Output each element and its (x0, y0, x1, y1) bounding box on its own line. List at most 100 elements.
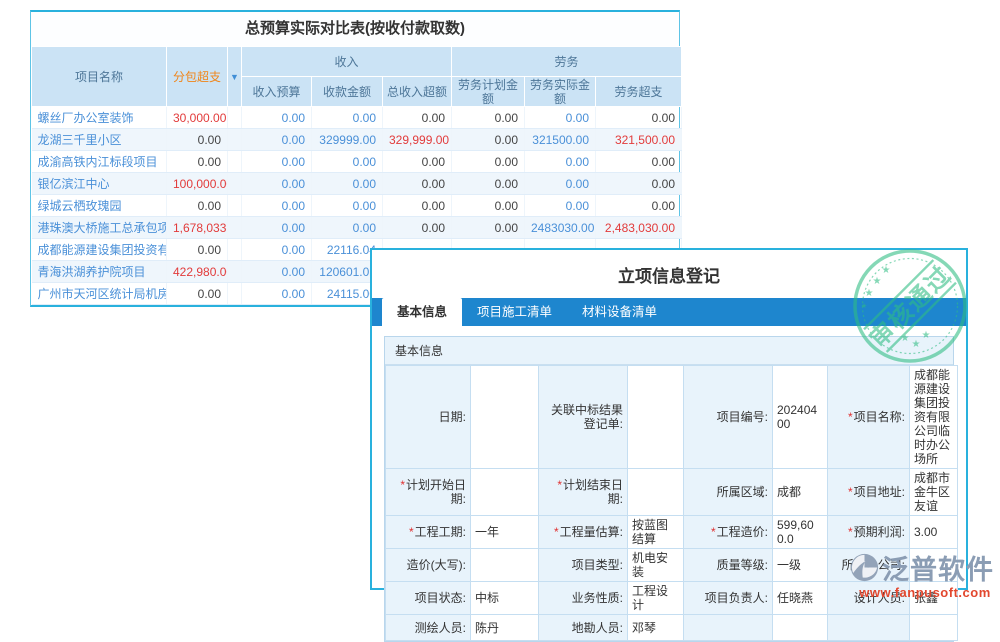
amount-cell: 0.00 (242, 151, 312, 173)
col-header-income-budget: 收入预算 (242, 77, 312, 107)
col-group-labor: 劳务 (452, 47, 682, 77)
project-name-link[interactable]: 广州市天河区统计局机房改造 (32, 283, 167, 305)
field-label: 所属区域: (684, 469, 773, 516)
col-header-labor-overspend: 劳务超支 (596, 77, 682, 107)
field-value[interactable] (471, 366, 539, 469)
fanpu-logo-icon (850, 553, 879, 582)
amount-cell: 0.00 (383, 151, 452, 173)
amount-cell: 0.00 (525, 195, 596, 217)
field-value[interactable]: 机电安装 (628, 549, 684, 582)
field-value[interactable]: 成都 (773, 469, 828, 516)
amount-cell: 1,678,033.00 (167, 217, 228, 239)
field-value[interactable] (471, 469, 539, 516)
field-value[interactable] (910, 615, 958, 641)
field-label: 关联中标结果登记单: (539, 366, 628, 469)
col-header-labor-actual: 劳务实际金额 (525, 77, 596, 107)
field-value[interactable]: 任晓燕 (773, 582, 828, 615)
amount-cell: 0.00 (167, 239, 228, 261)
project-name-link[interactable]: 螺丝厂办公室装饰 (32, 107, 167, 129)
col-header-subcontract-overspend[interactable]: 分包超支 (167, 47, 228, 107)
amount-cell: 0.00 (596, 195, 682, 217)
project-name-link[interactable]: 成渝高铁内江标段项目 (32, 151, 167, 173)
amount-cell: 0.00 (242, 129, 312, 151)
amount-cell: 422,980.00 (167, 261, 228, 283)
form-tab-bar: 基本信息 项目施工清单 材料设备清单 (372, 298, 966, 326)
fanpu-logo-url: www.fanpusoft.com (850, 585, 1000, 600)
field-label: 造价(大写): (386, 549, 471, 582)
project-name-link[interactable]: 青海洪湖养护院项目 (32, 261, 167, 283)
spacer-cell (228, 283, 242, 305)
spacer-cell (228, 261, 242, 283)
field-label (684, 615, 773, 641)
project-name-link[interactable]: 港珠澳大桥施工总承包项目 (32, 217, 167, 239)
field-value[interactable]: 按蓝图结算 (628, 516, 684, 549)
field-label: 测绘人员: (386, 615, 471, 641)
spacer-cell (228, 107, 242, 129)
amount-cell: 0.00 (596, 151, 682, 173)
field-label: *项目地址: (828, 469, 910, 516)
field-value[interactable]: 陈丹 (471, 615, 539, 641)
field-value[interactable]: 成都市金牛区友谊 (910, 469, 958, 516)
project-name-link[interactable]: 龙湖三千里小区 (32, 129, 167, 151)
fanpu-logo: 泛普软件 www.fanpusoft.com (850, 548, 1000, 600)
field-value[interactable]: 3.00 (910, 516, 958, 549)
field-value[interactable] (773, 615, 828, 641)
project-registration-window: 立项信息登记 基本信息 项目施工清单 材料设备清单 基本信息 日期: 关联中标结果… (370, 248, 968, 590)
amount-cell: 0.00 (383, 107, 452, 129)
field-label: 项目类型: (539, 549, 628, 582)
section-title-basic-info: 基本信息 (385, 337, 953, 365)
budget-table-title: 总预算实际对比表(按收付款取数) (31, 12, 679, 46)
tab-construction-list[interactable]: 项目施工清单 (462, 298, 567, 326)
field-value[interactable] (471, 549, 539, 582)
required-asterisk: * (557, 478, 562, 492)
form-window-title: 立项信息登记 (372, 250, 966, 298)
field-value[interactable]: 一级 (773, 549, 828, 582)
form-row: *工程工期:一年*工程量估算:按蓝图结算*工程造价:599,600.0*预期利润… (386, 516, 958, 549)
amount-cell: 0.00 (242, 107, 312, 129)
field-value[interactable]: 成都能源建设集团投资有限公司临时办公场所 (910, 366, 958, 469)
amount-cell: 0.00 (167, 151, 228, 173)
field-value[interactable]: 工程设计 (628, 582, 684, 615)
amount-cell: 0.00 (242, 195, 312, 217)
amount-cell: 2,483,030.00 (596, 217, 682, 239)
table-row: 港珠澳大桥施工总承包项目1,678,033.000.000.000.000.00… (32, 217, 682, 239)
field-value[interactable]: 599,600.0 (773, 516, 828, 549)
amount-cell: 0.00 (312, 107, 383, 129)
tab-material-equipment-list[interactable]: 材料设备清单 (567, 298, 672, 326)
amount-cell: 0.00 (312, 173, 383, 195)
amount-cell: 0.00 (312, 217, 383, 239)
spacer-cell (228, 239, 242, 261)
amount-cell: 0.00 (525, 107, 596, 129)
field-label: *预期利润: (828, 516, 910, 549)
project-name-link[interactable]: 成都能源建设集团投资有限公司 (32, 239, 167, 261)
amount-cell: 0.00 (242, 217, 312, 239)
field-value[interactable]: 20240400 (773, 366, 828, 469)
field-value[interactable] (628, 469, 684, 516)
amount-cell: 100,000.00 (167, 173, 228, 195)
tab-basic-info[interactable]: 基本信息 (382, 298, 462, 326)
field-value[interactable] (628, 366, 684, 469)
field-value[interactable]: 邓琴 (628, 615, 684, 641)
sort-arrow-icon[interactable]: ▼ (228, 47, 242, 107)
project-name-link[interactable]: 绿城云栖玫瑰园 (32, 195, 167, 217)
project-name-link[interactable]: 银亿滨江中心 (32, 173, 167, 195)
spacer-cell (228, 151, 242, 173)
form-row: *计划开始日期:*计划结束日期:所属区域:成都*项目地址:成都市金牛区友谊 (386, 469, 958, 516)
amount-cell: 329,999.00 (383, 129, 452, 151)
amount-cell: 0.00 (452, 173, 525, 195)
field-value[interactable]: 中标 (471, 582, 539, 615)
table-row: 银亿滨江中心100,000.000.000.000.000.000.000.00 (32, 173, 682, 195)
field-label: *计划开始日期: (386, 469, 471, 516)
field-value[interactable]: 一年 (471, 516, 539, 549)
required-asterisk: * (554, 525, 559, 539)
required-asterisk: * (848, 485, 853, 499)
amount-cell: 0.00 (242, 261, 312, 283)
field-label: 日期: (386, 366, 471, 469)
form-row: 日期:关联中标结果登记单:项目编号:20240400*项目名称:成都能源建设集团… (386, 366, 958, 469)
table-row: 龙湖三千里小区0.000.00329999.00329,999.000.0032… (32, 129, 682, 151)
amount-cell: 0.00 (383, 217, 452, 239)
amount-cell: 2483030.00 (525, 217, 596, 239)
amount-cell: 0.00 (383, 195, 452, 217)
amount-cell: 0.00 (596, 107, 682, 129)
amount-cell: 321,500.00 (596, 129, 682, 151)
